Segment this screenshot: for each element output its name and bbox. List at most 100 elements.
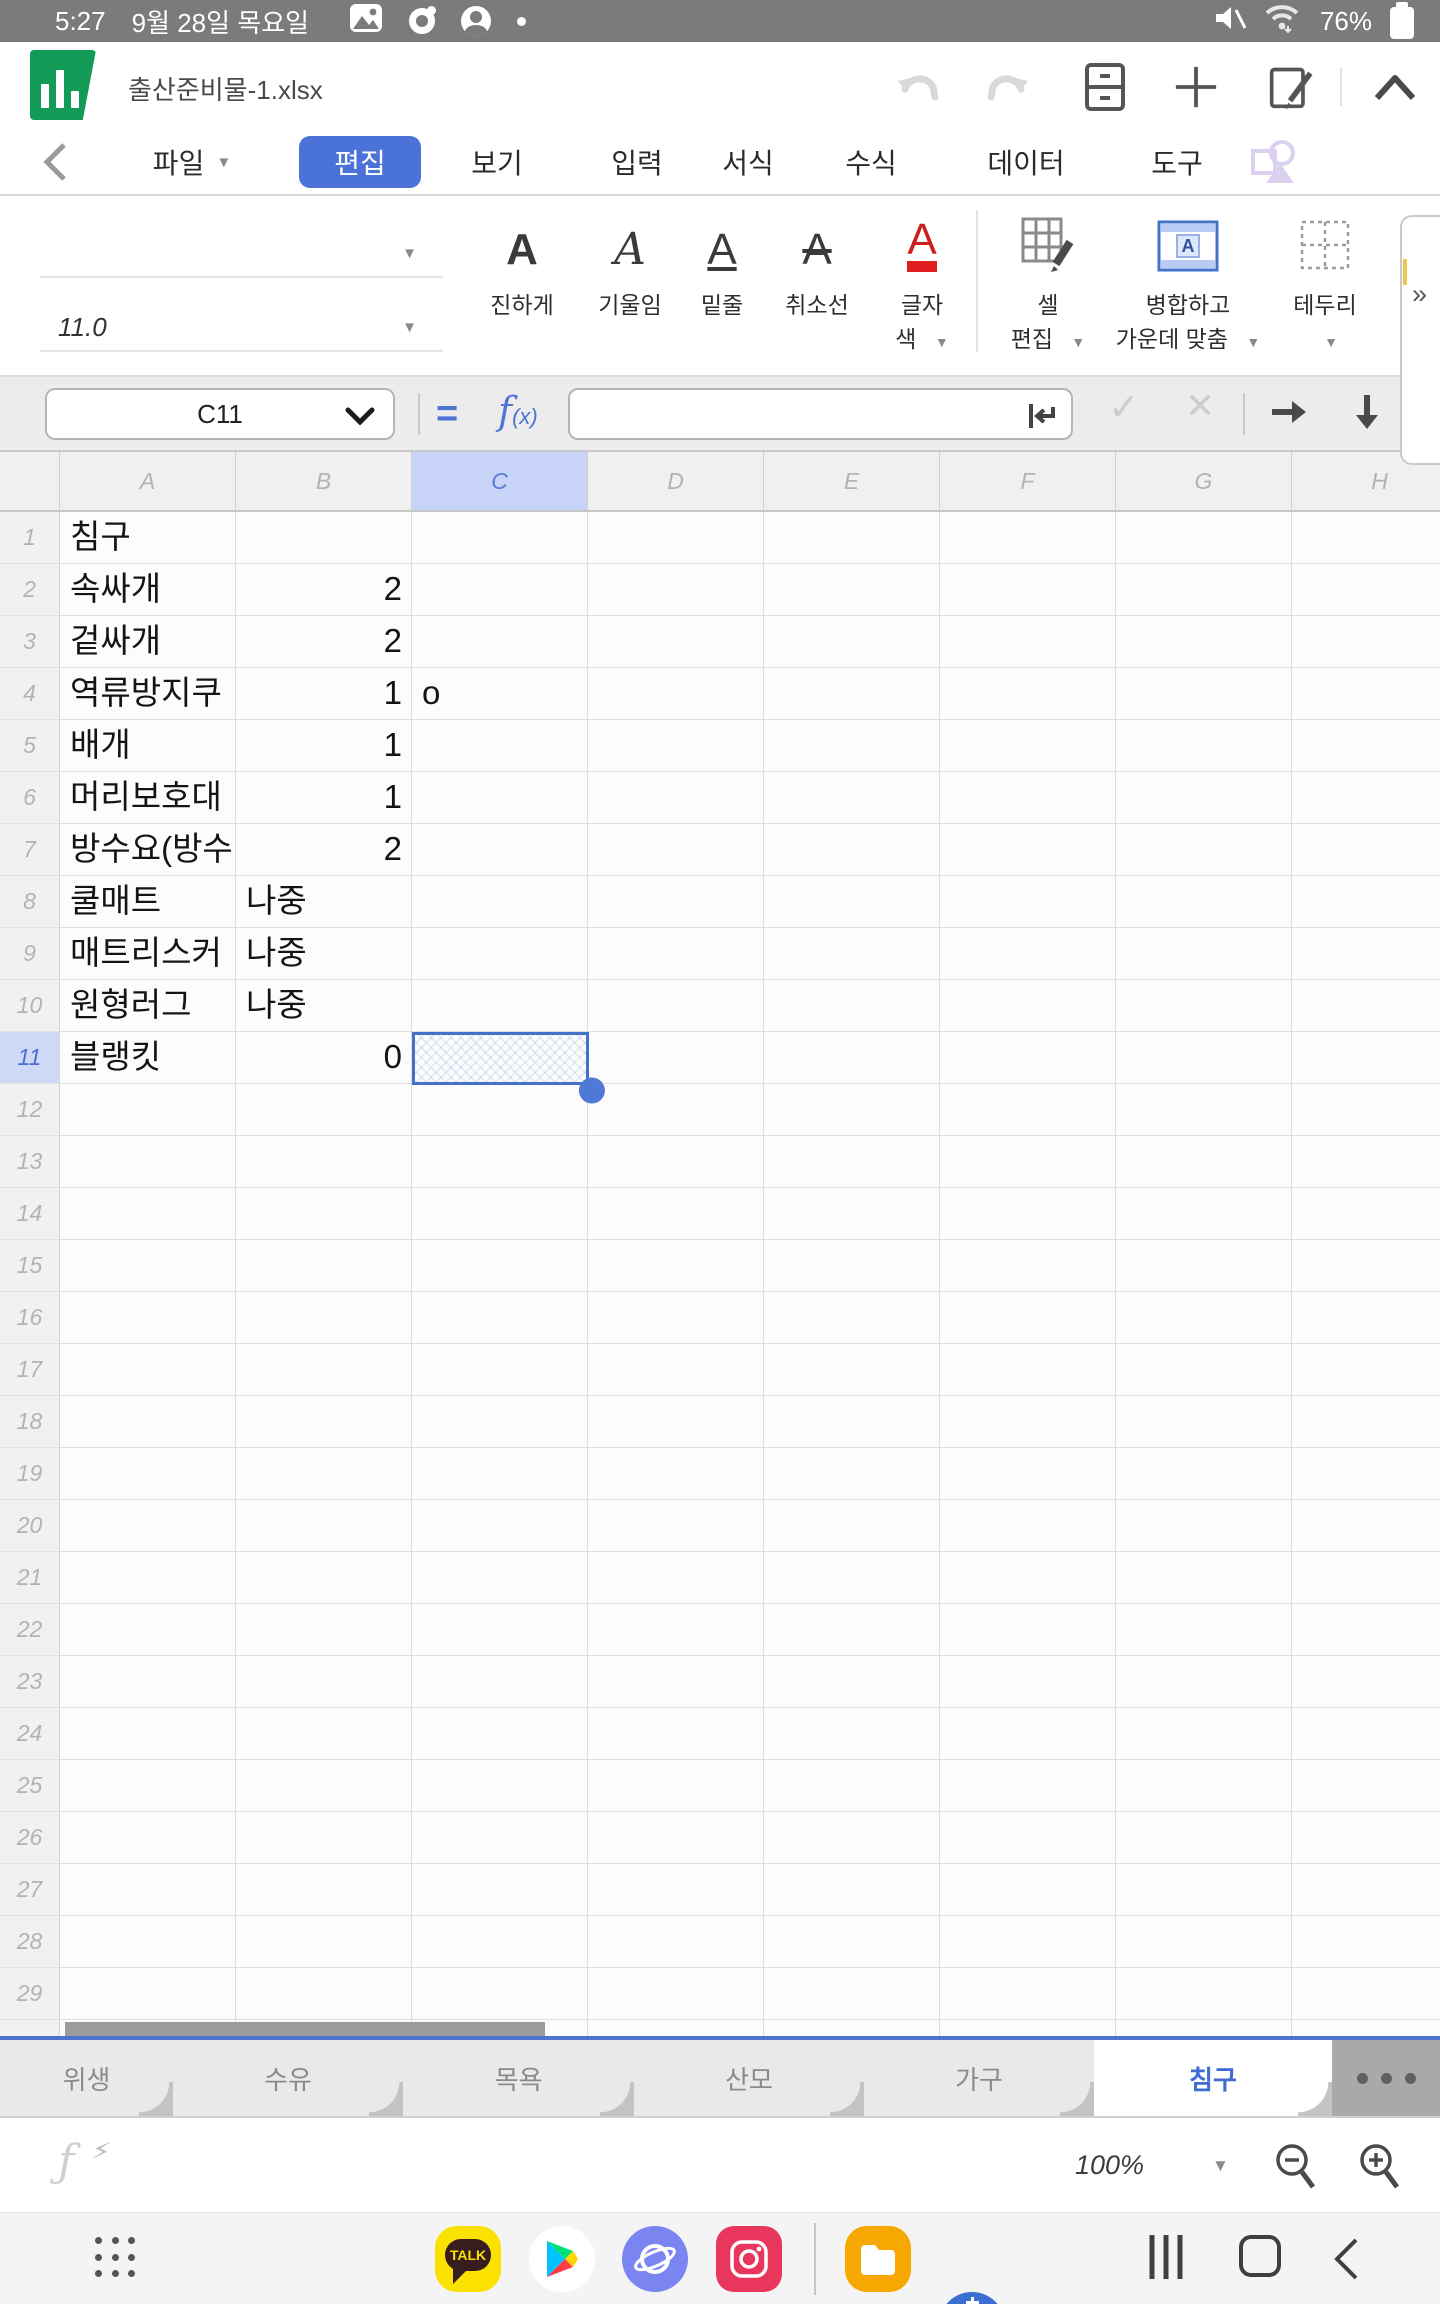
cell-A13[interactable]: [60, 1136, 236, 1188]
row-header-12[interactable]: 12: [0, 1084, 60, 1136]
menu-file[interactable]: 파일▼: [153, 130, 231, 194]
cell-G1[interactable]: [1116, 512, 1292, 564]
selection-handle[interactable]: [579, 1078, 605, 1104]
zoom-in-icon[interactable]: [1356, 2142, 1402, 2195]
cell-name-box[interactable]: C11: [45, 388, 395, 440]
cell-H6[interactable]: [1292, 772, 1440, 824]
cell-E6[interactable]: [764, 772, 940, 824]
cell-C9[interactable]: [412, 928, 588, 980]
cell-A18[interactable]: [60, 1396, 236, 1448]
row-header-28[interactable]: 28: [0, 1916, 60, 1968]
row-header-22[interactable]: 22: [0, 1604, 60, 1656]
zoom-out-icon[interactable]: [1272, 2142, 1318, 2195]
enter-icon[interactable]: [1025, 399, 1059, 433]
cell-F28[interactable]: [940, 1916, 1116, 1968]
cell-E29[interactable]: [764, 1968, 940, 2020]
cell-D8[interactable]: [588, 876, 764, 928]
move-right-icon[interactable]: [1268, 391, 1310, 438]
font-size-select[interactable]: 11.0▼: [40, 304, 443, 352]
col-header-G[interactable]: G: [1116, 452, 1292, 510]
cell-H15[interactable]: [1292, 1240, 1440, 1292]
cell-F22[interactable]: [940, 1604, 1116, 1656]
font-name-select[interactable]: ▼: [40, 230, 443, 278]
cell-G17[interactable]: [1116, 1344, 1292, 1396]
cell-H20[interactable]: [1292, 1500, 1440, 1552]
cell-E24[interactable]: [764, 1708, 940, 1760]
cell-B25[interactable]: [236, 1760, 412, 1812]
row-header-24[interactable]: 24: [0, 1708, 60, 1760]
cell-C24[interactable]: [412, 1708, 588, 1760]
cell-D2[interactable]: [588, 564, 764, 616]
cell-C6[interactable]: [412, 772, 588, 824]
cell-H5[interactable]: [1292, 720, 1440, 772]
sheet-tab-chimgu-selected[interactable]: 침구: [1094, 2040, 1332, 2116]
cell-G15[interactable]: [1116, 1240, 1292, 1292]
cell-H30[interactable]: [1292, 2020, 1440, 2036]
cell-G28[interactable]: [1116, 1916, 1292, 1968]
cell-B7[interactable]: 2: [236, 824, 412, 876]
shapes-icon[interactable]: [1250, 130, 1298, 194]
cell-B16[interactable]: [236, 1292, 412, 1344]
cell-D3[interactable]: [588, 616, 764, 668]
cell-H13[interactable]: [1292, 1136, 1440, 1188]
cancel-icon[interactable]: ✕: [1185, 385, 1215, 427]
cell-C8[interactable]: [412, 876, 588, 928]
cell-H9[interactable]: [1292, 928, 1440, 980]
menu-format[interactable]: 서식: [722, 130, 774, 194]
cell-G24[interactable]: [1116, 1708, 1292, 1760]
cell-C7[interactable]: [412, 824, 588, 876]
cell-H4[interactable]: [1292, 668, 1440, 720]
cell-E23[interactable]: [764, 1656, 940, 1708]
cell-E4[interactable]: [764, 668, 940, 720]
cell-C10[interactable]: [412, 980, 588, 1032]
menu-insert[interactable]: 입력: [611, 130, 663, 194]
zoom-dropdown-icon[interactable]: ▼: [1212, 2156, 1229, 2176]
cell-G20[interactable]: [1116, 1500, 1292, 1552]
cell-A5[interactable]: 배개: [60, 720, 236, 772]
cell-E1[interactable]: [764, 512, 940, 564]
cell-A29[interactable]: [60, 1968, 236, 2020]
cell-H29[interactable]: [1292, 1968, 1440, 2020]
menu-view[interactable]: 보기: [471, 130, 523, 194]
row-header-25[interactable]: 25: [0, 1760, 60, 1812]
cell-E2[interactable]: [764, 564, 940, 616]
cell-D25[interactable]: [588, 1760, 764, 1812]
row-header-10[interactable]: 10: [0, 980, 60, 1032]
cell-H3[interactable]: [1292, 616, 1440, 668]
cell-F25[interactable]: [940, 1760, 1116, 1812]
cell-E28[interactable]: [764, 1916, 940, 1968]
cell-G12[interactable]: [1116, 1084, 1292, 1136]
cell-E5[interactable]: [764, 720, 940, 772]
collapse-toolbar-icon[interactable]: [1372, 64, 1418, 110]
add-icon[interactable]: [1173, 64, 1219, 110]
cell-E10[interactable]: [764, 980, 940, 1032]
cell-C20[interactable]: [412, 1500, 588, 1552]
cell-C3[interactable]: [412, 616, 588, 668]
cell-E14[interactable]: [764, 1188, 940, 1240]
cell-E19[interactable]: [764, 1448, 940, 1500]
cell-B13[interactable]: [236, 1136, 412, 1188]
cell-C28[interactable]: [412, 1916, 588, 1968]
cell-B8[interactable]: 나중: [236, 876, 412, 928]
cell-G5[interactable]: [1116, 720, 1292, 772]
cell-B23[interactable]: [236, 1656, 412, 1708]
cell-D11[interactable]: [588, 1032, 764, 1084]
cell-E15[interactable]: [764, 1240, 940, 1292]
row-header-29[interactable]: 29: [0, 1968, 60, 2020]
cell-C25[interactable]: [412, 1760, 588, 1812]
back-icon[interactable]: [42, 130, 68, 194]
zoom-level[interactable]: 100%: [1075, 2150, 1144, 2181]
cell-B22[interactable]: [236, 1604, 412, 1656]
cell-F2[interactable]: [940, 564, 1116, 616]
cell-B17[interactable]: [236, 1344, 412, 1396]
cell-F29[interactable]: [940, 1968, 1116, 2020]
cell-A2[interactable]: 속싸개: [60, 564, 236, 616]
cell-H25[interactable]: [1292, 1760, 1440, 1812]
row-header-14[interactable]: 14: [0, 1188, 60, 1240]
move-down-icon[interactable]: [1346, 391, 1388, 438]
kakaotalk-app-icon[interactable]: TALK: [435, 2226, 501, 2292]
cell-F27[interactable]: [940, 1864, 1116, 1916]
row-header-13[interactable]: 13: [0, 1136, 60, 1188]
cell-G21[interactable]: [1116, 1552, 1292, 1604]
cell-F17[interactable]: [940, 1344, 1116, 1396]
